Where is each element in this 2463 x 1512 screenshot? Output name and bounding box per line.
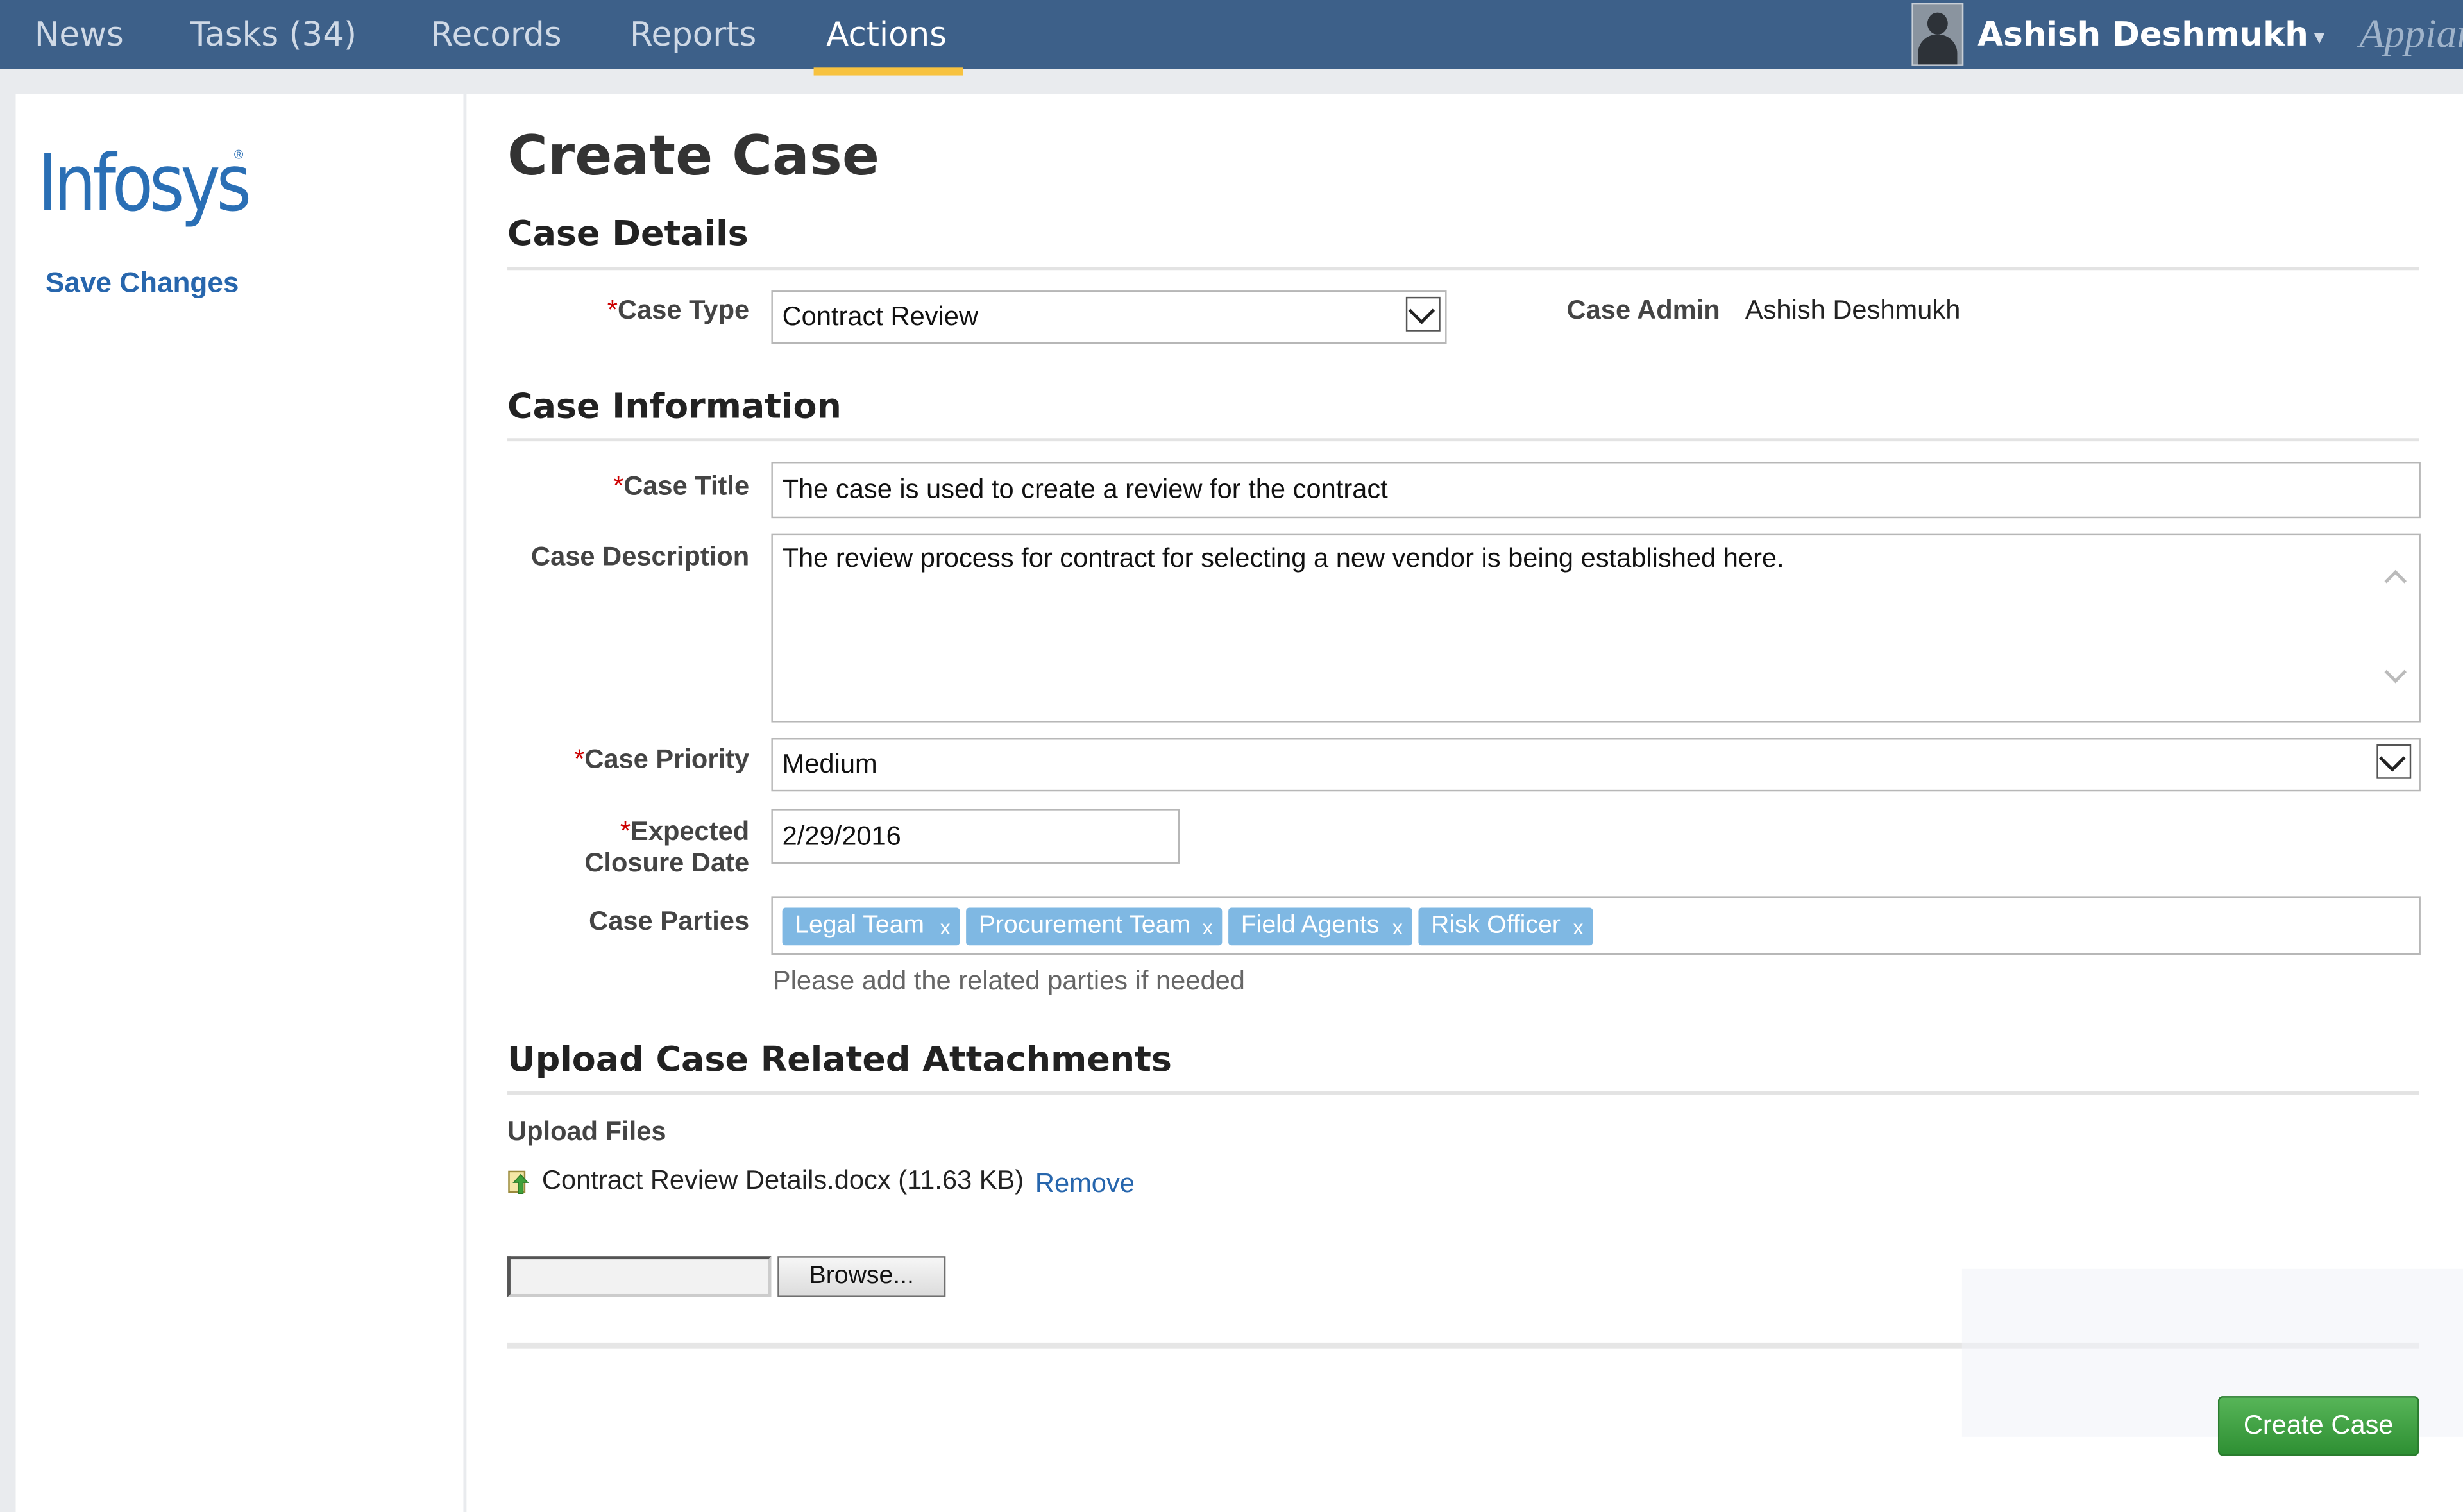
tab-records[interactable]: Records (430, 0, 561, 69)
required-marker: * (620, 816, 631, 847)
sidebar: Infosys ® Save Changes (15, 94, 464, 1512)
remove-token-icon[interactable]: x (1392, 909, 1403, 947)
required-marker: * (607, 295, 618, 325)
case-type-label-text: Case Type (617, 295, 750, 325)
case-title-label: *Case Title (529, 471, 749, 503)
main-form: Create Case Case Details *Case Type Cont… (466, 94, 2463, 1512)
tab-tasks[interactable]: Tasks (34) (190, 0, 357, 69)
save-changes-link[interactable]: Save Changes (46, 267, 239, 299)
case-description-value: The review process for contract for sele… (782, 543, 1784, 573)
divider (507, 1091, 2419, 1095)
case-admin-value: Ashish Deshmukh (1745, 295, 1961, 325)
file-upload-icon (508, 1170, 529, 1194)
file-path-input[interactable] (507, 1256, 772, 1297)
select-chevron-icon[interactable] (2376, 744, 2412, 779)
scroll-up-icon[interactable] (2384, 569, 2407, 592)
party-token: Field Agents x (1228, 907, 1412, 947)
tab-actions[interactable]: Actions (813, 0, 963, 76)
active-tab-indicator (813, 67, 963, 76)
required-marker: * (613, 471, 624, 501)
top-nav-bar: News Tasks (34) Records Reports Actions … (0, 0, 2463, 76)
tab-news[interactable]: News (35, 0, 124, 69)
select-chevron-icon[interactable] (1405, 296, 1441, 332)
user-avatar-icon[interactable] (1911, 3, 1964, 66)
expected-closure-label: *Expected Closure Date (529, 816, 749, 879)
party-token: Risk Officer x (1418, 907, 1593, 947)
remove-token-icon[interactable]: x (940, 909, 951, 947)
remove-file-link[interactable]: Remove (1035, 1168, 1135, 1200)
expected-closure-label-line2: Closure Date (584, 848, 750, 878)
section-case-details: Case Details (507, 215, 749, 255)
case-type-label: *Case Type (561, 295, 749, 326)
browse-button[interactable]: Browse... (777, 1256, 946, 1297)
create-case-button[interactable]: Create Case (2217, 1396, 2419, 1456)
section-attachments: Upload Case Related Attachments (507, 1041, 1172, 1080)
page-title: Create Case (507, 125, 880, 189)
party-token-label: Procurement Team (978, 912, 1191, 939)
app-stage: News Tasks (34) Records Reports Actions … (0, 0, 2463, 1512)
upload-files-label: Upload Files (507, 1116, 666, 1147)
divider (507, 438, 2419, 442)
chevron-down-icon[interactable]: ▾ (2314, 0, 2324, 69)
attached-file-name: Contract Review Details.docx (11.63 KB) (541, 1165, 1024, 1195)
case-admin-label: Case Admin (1566, 295, 1720, 325)
case-priority-label-text: Case Priority (584, 744, 750, 775)
remove-token-icon[interactable]: x (1203, 909, 1213, 947)
case-title-input[interactable]: The case is used to create a review for … (771, 462, 2421, 519)
infosys-logo: Infosys (37, 138, 251, 230)
party-token-label: Risk Officer (1431, 912, 1561, 939)
party-token: Procurement Team x (966, 907, 1223, 947)
registered-mark: ® (233, 147, 244, 162)
case-description-label: Case Description (531, 541, 750, 572)
user-menu[interactable]: Ashish Deshmukh (1977, 0, 2308, 69)
case-parties-picker[interactable]: Legal Team x Procurement Team x Field Ag… (771, 896, 2421, 955)
expected-closure-label-line1: Expected (631, 816, 750, 847)
tab-actions-label: Actions (826, 15, 947, 54)
case-parties-label: Case Parties (589, 906, 750, 936)
expected-closure-date-input[interactable]: 2/29/2016 (771, 809, 1180, 864)
divider (507, 267, 2419, 271)
case-type-select[interactable]: Contract Review (771, 290, 1447, 344)
tab-reports[interactable]: Reports (630, 0, 756, 69)
appian-logo: Appian (2359, 11, 2463, 57)
case-title-label-text: Case Title (623, 471, 750, 501)
case-priority-label: *Case Priority (529, 744, 749, 776)
party-token-label: Field Agents (1240, 912, 1380, 939)
case-type-value: Contract Review (782, 301, 979, 332)
party-token: Legal Team x (782, 907, 960, 947)
case-priority-value: Medium (782, 749, 877, 779)
case-description-textarea[interactable]: The review process for contract for sele… (771, 533, 2421, 723)
required-marker: * (574, 744, 585, 775)
section-case-information: Case Information (507, 387, 842, 428)
scroll-down-icon[interactable] (2384, 660, 2407, 684)
case-priority-select[interactable]: Medium (771, 738, 2421, 792)
party-token-label: Legal Team (795, 912, 925, 939)
case-parties-hint: Please add the related parties if needed (772, 966, 1245, 996)
remove-token-icon[interactable]: x (1573, 909, 1584, 947)
